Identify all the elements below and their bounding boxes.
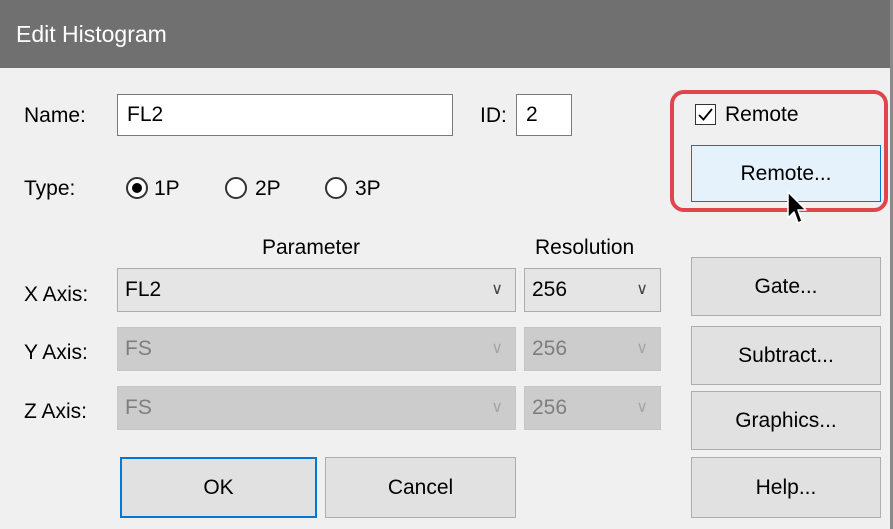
- y-axis-parameter-select: FS ∨: [117, 327, 516, 371]
- type-label: Type:: [24, 177, 76, 200]
- z-axis-parameter-value: FS: [125, 396, 152, 419]
- mouse-pointer-icon: [787, 191, 807, 224]
- cancel-button[interactable]: Cancel: [325, 457, 516, 518]
- x-axis-label: X Axis:: [24, 283, 89, 306]
- edit-histogram-dialog: Edit Histogram Name: FL2 ID: 2 Type: 1P …: [0, 0, 893, 529]
- radio-2p-circle: [225, 177, 247, 199]
- radio-selected-dot: [132, 183, 142, 193]
- radio-2p[interactable]: 2P: [225, 175, 305, 203]
- ok-button[interactable]: OK: [120, 457, 317, 518]
- chevron-down-icon: ∨: [636, 340, 648, 357]
- help-button[interactable]: Help...: [691, 457, 881, 518]
- radio-3p[interactable]: 3P: [325, 175, 405, 203]
- subtract-button[interactable]: Subtract...: [691, 326, 881, 385]
- parameter-header: Parameter: [262, 236, 361, 259]
- y-axis-resolution-value: 256: [532, 337, 568, 360]
- radio-2p-label: 2P: [255, 177, 281, 200]
- y-axis-parameter-value: FS: [125, 337, 152, 360]
- z-axis-resolution-select: 256 ∨: [524, 386, 661, 430]
- radio-1p[interactable]: 1P: [126, 175, 206, 203]
- y-axis-resolution-select: 256 ∨: [524, 327, 661, 371]
- radio-3p-circle: [325, 177, 347, 199]
- z-axis-resolution-value: 256: [532, 396, 568, 419]
- z-axis-label: Z Axis:: [24, 400, 88, 423]
- gate-button[interactable]: Gate...: [691, 257, 881, 316]
- chevron-down-icon: ∨: [491, 399, 503, 416]
- chevron-down-icon: ∨: [491, 340, 503, 357]
- highlight-frame: [670, 90, 888, 212]
- graphics-button[interactable]: Graphics...: [691, 391, 881, 450]
- title-bar[interactable]: Edit Histogram: [0, 0, 890, 68]
- radio-1p-label: 1P: [154, 177, 180, 200]
- id-label: ID:: [480, 104, 507, 127]
- resolution-header: Resolution: [535, 236, 635, 259]
- id-input[interactable]: 2: [516, 94, 572, 136]
- chevron-down-icon: ∨: [636, 399, 648, 416]
- name-label: Name:: [24, 104, 86, 127]
- y-axis-label: Y Axis:: [24, 341, 88, 364]
- x-axis-resolution-select[interactable]: 256 ∨: [524, 268, 661, 312]
- x-axis-parameter-select[interactable]: FL2 ∨: [117, 268, 516, 312]
- z-axis-parameter-select: FS ∨: [117, 386, 516, 430]
- radio-1p-circle: [126, 177, 148, 199]
- x-axis-resolution-value: 256: [532, 278, 568, 301]
- radio-3p-label: 3P: [355, 177, 381, 200]
- chevron-down-icon: ∨: [491, 281, 503, 298]
- name-input[interactable]: FL2: [117, 94, 453, 136]
- x-axis-parameter-value: FL2: [125, 278, 162, 301]
- chevron-down-icon: ∨: [636, 281, 648, 298]
- window-title: Edit Histogram: [16, 21, 167, 47]
